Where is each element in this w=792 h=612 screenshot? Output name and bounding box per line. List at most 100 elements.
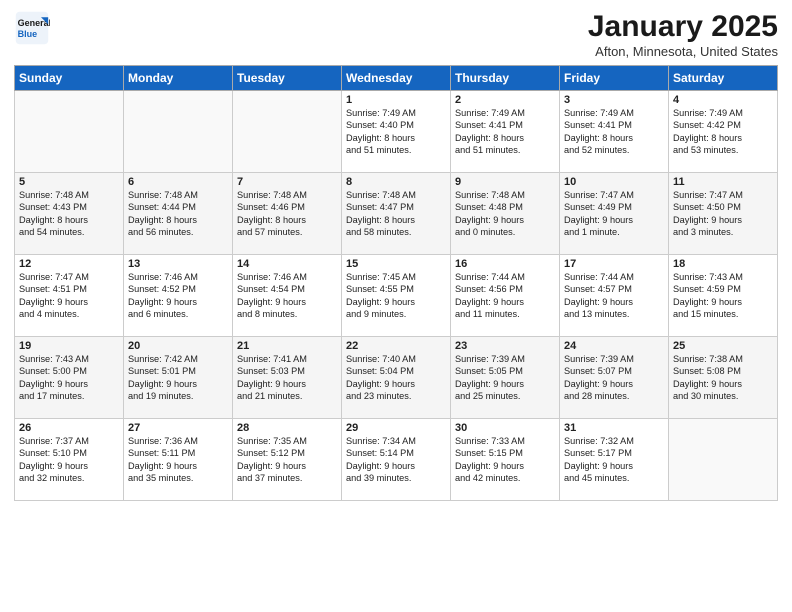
calendar-cell: 7Sunrise: 7:48 AM Sunset: 4:46 PM Daylig… [233, 173, 342, 255]
day-detail: Sunrise: 7:45 AM Sunset: 4:55 PM Dayligh… [346, 271, 446, 321]
day-number: 29 [346, 422, 446, 434]
day-detail: Sunrise: 7:36 AM Sunset: 5:11 PM Dayligh… [128, 435, 228, 485]
weekday-header-row: Sunday Monday Tuesday Wednesday Thursday… [15, 66, 778, 91]
calendar-cell: 20Sunrise: 7:42 AM Sunset: 5:01 PM Dayli… [124, 337, 233, 419]
day-detail: Sunrise: 7:46 AM Sunset: 4:52 PM Dayligh… [128, 271, 228, 321]
day-number: 2 [455, 94, 555, 106]
day-number: 19 [19, 340, 119, 352]
day-number: 15 [346, 258, 446, 270]
calendar-cell: 18Sunrise: 7:43 AM Sunset: 4:59 PM Dayli… [669, 255, 778, 337]
calendar-cell: 16Sunrise: 7:44 AM Sunset: 4:56 PM Dayli… [451, 255, 560, 337]
day-number: 3 [564, 94, 664, 106]
svg-text:Blue: Blue [18, 29, 38, 39]
day-detail: Sunrise: 7:48 AM Sunset: 4:46 PM Dayligh… [237, 189, 337, 239]
calendar-cell: 29Sunrise: 7:34 AM Sunset: 5:14 PM Dayli… [342, 419, 451, 501]
calendar-cell [124, 91, 233, 173]
calendar-cell [233, 91, 342, 173]
day-detail: Sunrise: 7:44 AM Sunset: 4:56 PM Dayligh… [455, 271, 555, 321]
day-number: 17 [564, 258, 664, 270]
header-tuesday: Tuesday [233, 66, 342, 91]
calendar-cell [15, 91, 124, 173]
calendar-cell: 11Sunrise: 7:47 AM Sunset: 4:50 PM Dayli… [669, 173, 778, 255]
day-detail: Sunrise: 7:49 AM Sunset: 4:41 PM Dayligh… [455, 107, 555, 157]
header-saturday: Saturday [669, 66, 778, 91]
day-number: 6 [128, 176, 228, 188]
day-detail: Sunrise: 7:47 AM Sunset: 4:51 PM Dayligh… [19, 271, 119, 321]
day-detail: Sunrise: 7:48 AM Sunset: 4:43 PM Dayligh… [19, 189, 119, 239]
day-number: 16 [455, 258, 555, 270]
header-wednesday: Wednesday [342, 66, 451, 91]
day-detail: Sunrise: 7:33 AM Sunset: 5:15 PM Dayligh… [455, 435, 555, 485]
day-number: 10 [564, 176, 664, 188]
day-number: 27 [128, 422, 228, 434]
day-number: 26 [19, 422, 119, 434]
calendar-subtitle: Afton, Minnesota, United States [588, 44, 778, 59]
day-detail: Sunrise: 7:39 AM Sunset: 5:05 PM Dayligh… [455, 353, 555, 403]
calendar-cell: 21Sunrise: 7:41 AM Sunset: 5:03 PM Dayli… [233, 337, 342, 419]
calendar-cell: 19Sunrise: 7:43 AM Sunset: 5:00 PM Dayli… [15, 337, 124, 419]
calendar-cell: 24Sunrise: 7:39 AM Sunset: 5:07 PM Dayli… [560, 337, 669, 419]
calendar-cell: 30Sunrise: 7:33 AM Sunset: 5:15 PM Dayli… [451, 419, 560, 501]
day-detail: Sunrise: 7:47 AM Sunset: 4:49 PM Dayligh… [564, 189, 664, 239]
day-number: 23 [455, 340, 555, 352]
day-detail: Sunrise: 7:40 AM Sunset: 5:04 PM Dayligh… [346, 353, 446, 403]
logo: General Blue [14, 10, 50, 46]
day-number: 8 [346, 176, 446, 188]
calendar-week-5: 26Sunrise: 7:37 AM Sunset: 5:10 PM Dayli… [15, 419, 778, 501]
header-thursday: Thursday [451, 66, 560, 91]
day-number: 7 [237, 176, 337, 188]
calendar-cell: 22Sunrise: 7:40 AM Sunset: 5:04 PM Dayli… [342, 337, 451, 419]
day-detail: Sunrise: 7:39 AM Sunset: 5:07 PM Dayligh… [564, 353, 664, 403]
logo-icon: General Blue [14, 10, 50, 46]
calendar-cell: 4Sunrise: 7:49 AM Sunset: 4:42 PM Daylig… [669, 91, 778, 173]
calendar-week-4: 19Sunrise: 7:43 AM Sunset: 5:00 PM Dayli… [15, 337, 778, 419]
day-number: 31 [564, 422, 664, 434]
header-monday: Monday [124, 66, 233, 91]
day-detail: Sunrise: 7:47 AM Sunset: 4:50 PM Dayligh… [673, 189, 773, 239]
day-number: 20 [128, 340, 228, 352]
calendar-cell: 31Sunrise: 7:32 AM Sunset: 5:17 PM Dayli… [560, 419, 669, 501]
day-number: 18 [673, 258, 773, 270]
day-number: 4 [673, 94, 773, 106]
day-detail: Sunrise: 7:49 AM Sunset: 4:40 PM Dayligh… [346, 107, 446, 157]
day-number: 21 [237, 340, 337, 352]
day-number: 25 [673, 340, 773, 352]
calendar-cell: 13Sunrise: 7:46 AM Sunset: 4:52 PM Dayli… [124, 255, 233, 337]
header: General Blue January 2025 Afton, Minneso… [14, 10, 778, 59]
day-number: 13 [128, 258, 228, 270]
calendar-cell: 8Sunrise: 7:48 AM Sunset: 4:47 PM Daylig… [342, 173, 451, 255]
day-detail: Sunrise: 7:43 AM Sunset: 5:00 PM Dayligh… [19, 353, 119, 403]
day-detail: Sunrise: 7:48 AM Sunset: 4:47 PM Dayligh… [346, 189, 446, 239]
day-number: 9 [455, 176, 555, 188]
day-detail: Sunrise: 7:32 AM Sunset: 5:17 PM Dayligh… [564, 435, 664, 485]
day-detail: Sunrise: 7:46 AM Sunset: 4:54 PM Dayligh… [237, 271, 337, 321]
calendar-week-1: 1Sunrise: 7:49 AM Sunset: 4:40 PM Daylig… [15, 91, 778, 173]
calendar-title: January 2025 [588, 10, 778, 44]
day-number: 5 [19, 176, 119, 188]
calendar-cell: 12Sunrise: 7:47 AM Sunset: 4:51 PM Dayli… [15, 255, 124, 337]
calendar-body: 1Sunrise: 7:49 AM Sunset: 4:40 PM Daylig… [15, 91, 778, 501]
calendar-cell: 3Sunrise: 7:49 AM Sunset: 4:41 PM Daylig… [560, 91, 669, 173]
day-detail: Sunrise: 7:35 AM Sunset: 5:12 PM Dayligh… [237, 435, 337, 485]
header-sunday: Sunday [15, 66, 124, 91]
calendar-cell: 26Sunrise: 7:37 AM Sunset: 5:10 PM Dayli… [15, 419, 124, 501]
day-detail: Sunrise: 7:48 AM Sunset: 4:48 PM Dayligh… [455, 189, 555, 239]
calendar-table: Sunday Monday Tuesday Wednesday Thursday… [14, 65, 778, 501]
day-number: 14 [237, 258, 337, 270]
calendar-cell: 5Sunrise: 7:48 AM Sunset: 4:43 PM Daylig… [15, 173, 124, 255]
calendar-cell: 25Sunrise: 7:38 AM Sunset: 5:08 PM Dayli… [669, 337, 778, 419]
day-number: 30 [455, 422, 555, 434]
day-detail: Sunrise: 7:49 AM Sunset: 4:41 PM Dayligh… [564, 107, 664, 157]
day-number: 12 [19, 258, 119, 270]
day-detail: Sunrise: 7:37 AM Sunset: 5:10 PM Dayligh… [19, 435, 119, 485]
calendar-cell: 9Sunrise: 7:48 AM Sunset: 4:48 PM Daylig… [451, 173, 560, 255]
day-number: 28 [237, 422, 337, 434]
calendar-cell: 1Sunrise: 7:49 AM Sunset: 4:40 PM Daylig… [342, 91, 451, 173]
calendar-cell: 28Sunrise: 7:35 AM Sunset: 5:12 PM Dayli… [233, 419, 342, 501]
calendar-cell: 2Sunrise: 7:49 AM Sunset: 4:41 PM Daylig… [451, 91, 560, 173]
calendar-cell: 23Sunrise: 7:39 AM Sunset: 5:05 PM Dayli… [451, 337, 560, 419]
calendar-cell: 14Sunrise: 7:46 AM Sunset: 4:54 PM Dayli… [233, 255, 342, 337]
calendar-week-3: 12Sunrise: 7:47 AM Sunset: 4:51 PM Dayli… [15, 255, 778, 337]
calendar-cell: 10Sunrise: 7:47 AM Sunset: 4:49 PM Dayli… [560, 173, 669, 255]
calendar-cell: 15Sunrise: 7:45 AM Sunset: 4:55 PM Dayli… [342, 255, 451, 337]
